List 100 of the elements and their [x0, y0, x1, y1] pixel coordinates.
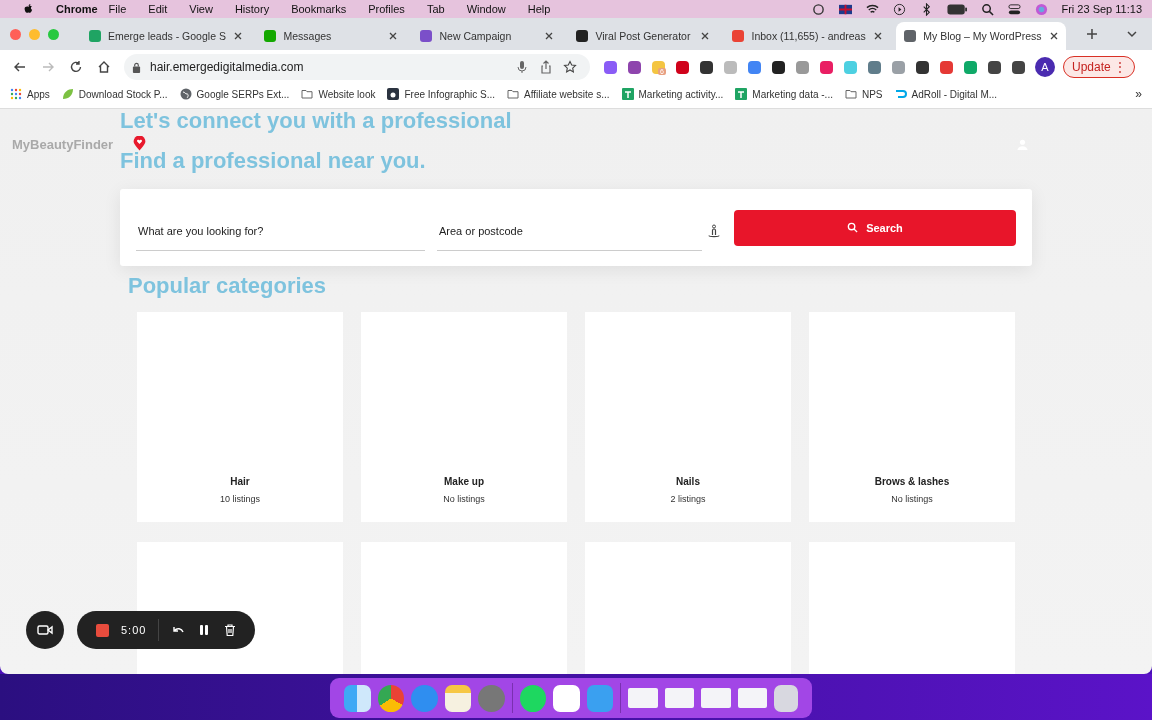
menu-item[interactable]: File	[108, 3, 127, 15]
back-icon[interactable]	[13, 60, 27, 74]
menu-item[interactable]: Tab	[426, 3, 445, 15]
category-card[interactable]: Hair 10 listings	[137, 312, 343, 522]
trash-icon[interactable]	[223, 623, 238, 637]
app-menu[interactable]: Chrome	[56, 3, 98, 15]
new-tab-icon[interactable]	[1086, 28, 1099, 40]
curve-icon	[894, 88, 907, 100]
listing-count: 10 listings	[220, 494, 260, 504]
favicon-icon	[732, 30, 745, 42]
reload-icon[interactable]	[69, 60, 83, 74]
dark-square-icon	[387, 88, 400, 100]
trash-can-icon[interactable]	[774, 684, 798, 712]
bookmark-label: Affiliate website s...	[524, 88, 610, 100]
heart-pin-icon	[133, 136, 146, 151]
close-icon[interactable]	[232, 31, 243, 41]
menu-item[interactable]: History	[234, 3, 270, 15]
bookmark[interactable]: Marketing data -...	[735, 88, 833, 100]
window-thumbnail[interactable]	[701, 688, 731, 708]
browser-tab[interactable]: Messages	[256, 22, 407, 50]
menu-item[interactable]: View	[189, 3, 213, 15]
star-icon[interactable]	[563, 60, 577, 74]
category-card[interactable]: Brows & lashes No listings	[809, 312, 1015, 522]
favicon-icon	[420, 30, 433, 42]
apple-icon[interactable]	[22, 2, 35, 16]
search-button[interactable]: Search	[734, 209, 1016, 246]
bookmark[interactable]: Affiliate website s...	[507, 88, 610, 100]
apps-grid-icon	[10, 88, 22, 100]
menu-item[interactable]: Window	[466, 3, 506, 15]
browser-tab[interactable]: New Campaign	[412, 22, 563, 50]
close-icon[interactable]	[388, 31, 399, 41]
window-thumbnail[interactable]	[628, 688, 658, 708]
section-title: Popular categories	[128, 272, 328, 300]
close-icon[interactable]	[872, 31, 883, 41]
bookmark[interactable]: Free Infographic S...	[387, 88, 496, 100]
listing-count: No listings	[443, 494, 485, 504]
flag-icon[interactable]	[839, 2, 853, 16]
extension-icon[interactable]	[700, 60, 713, 74]
extension-icon[interactable]	[1012, 60, 1025, 74]
bookmark[interactable]: Apps	[10, 88, 50, 100]
battery-icon[interactable]	[947, 3, 968, 15]
hero-heading: Find a professional near you.	[120, 149, 426, 175]
wifi-icon[interactable]	[866, 2, 880, 16]
favicon-icon	[904, 30, 917, 42]
notes-icon[interactable]	[444, 684, 472, 712]
category-name: Brows & lashes	[874, 476, 950, 487]
extension-icon[interactable]	[916, 60, 929, 74]
toggles-icon[interactable]	[1008, 2, 1022, 16]
menu-item[interactable]: Profiles	[368, 3, 405, 15]
close-icon[interactable]	[544, 31, 555, 41]
window-thumbnail[interactable]	[664, 688, 695, 708]
video-camera-icon	[37, 624, 53, 636]
category-card[interactable]: Make up No listings	[361, 312, 567, 522]
more-bookmarks-icon[interactable]: »	[1135, 87, 1142, 101]
bookmark[interactable]: NPS	[844, 88, 883, 100]
search-icon[interactable]	[981, 2, 995, 16]
category-card[interactable]: Nails 2 listings	[585, 312, 791, 522]
chevron-down-icon[interactable]	[1126, 28, 1138, 40]
bookmark[interactable]: Website look	[301, 88, 376, 100]
hero-heading: Let's connect you with a professional	[120, 109, 512, 135]
bookmark[interactable]: Marketing activity...	[621, 88, 724, 100]
favicon-icon	[89, 30, 101, 42]
slack-icon[interactable]	[553, 684, 580, 712]
bookmark[interactable]: AdRoll - Digital M...	[894, 88, 998, 100]
location-field[interactable]: Area or postcode	[437, 212, 702, 251]
locate-icon[interactable]	[706, 223, 722, 240]
play-icon[interactable]	[893, 2, 907, 16]
browser-tab[interactable]: Inbox (11,655) - andreas	[724, 22, 891, 50]
bookmark[interactable]: Download Stock P...	[61, 88, 168, 100]
profile-avatar[interactable]: A	[1035, 57, 1055, 77]
close-icon[interactable]	[1048, 31, 1059, 41]
menu-item[interactable]: Edit	[148, 3, 168, 15]
browser-tab[interactable]: Viral Post Generator	[568, 22, 719, 50]
close-icon[interactable]	[700, 31, 711, 41]
window-thumbnail[interactable]	[737, 688, 768, 708]
favicon-icon	[264, 30, 277, 42]
chrome-icon[interactable]	[377, 684, 405, 712]
browser-tab[interactable]: My Blog – My WordPress	[896, 22, 1067, 50]
home-icon[interactable]	[97, 60, 111, 74]
microphone-icon[interactable]	[515, 60, 529, 74]
clock: Fri 23 Sep 11:13	[1061, 3, 1142, 15]
menu-item[interactable]: Bookmarks	[291, 3, 347, 15]
browser-tab[interactable]: Emerge leads - Google S	[81, 22, 251, 50]
address-bar[interactable]: hair.emergedigitalmedia.com	[124, 54, 590, 80]
share-icon[interactable]	[539, 60, 553, 74]
menu-item[interactable]: Help	[527, 3, 551, 15]
search-icon	[847, 222, 859, 233]
finder-icon[interactable]	[344, 684, 371, 712]
lock-icon	[132, 61, 141, 73]
bookmark-label: Google SERPs Ext...	[196, 88, 290, 100]
extension-icon[interactable]	[772, 60, 785, 74]
camera-button[interactable]	[26, 611, 64, 649]
update-button[interactable]: Update ⋮	[1063, 56, 1136, 78]
bookmark-label: Free Infographic S...	[404, 88, 496, 100]
extension-icon[interactable]	[988, 60, 1001, 74]
stop-button[interactable]	[96, 623, 109, 637]
spreadsheet-icon	[735, 88, 748, 100]
category-name: Hair	[230, 476, 250, 487]
bookmark-label: Marketing activity...	[638, 88, 724, 100]
bookmark[interactable]: Google SERPs Ext...	[179, 88, 290, 100]
